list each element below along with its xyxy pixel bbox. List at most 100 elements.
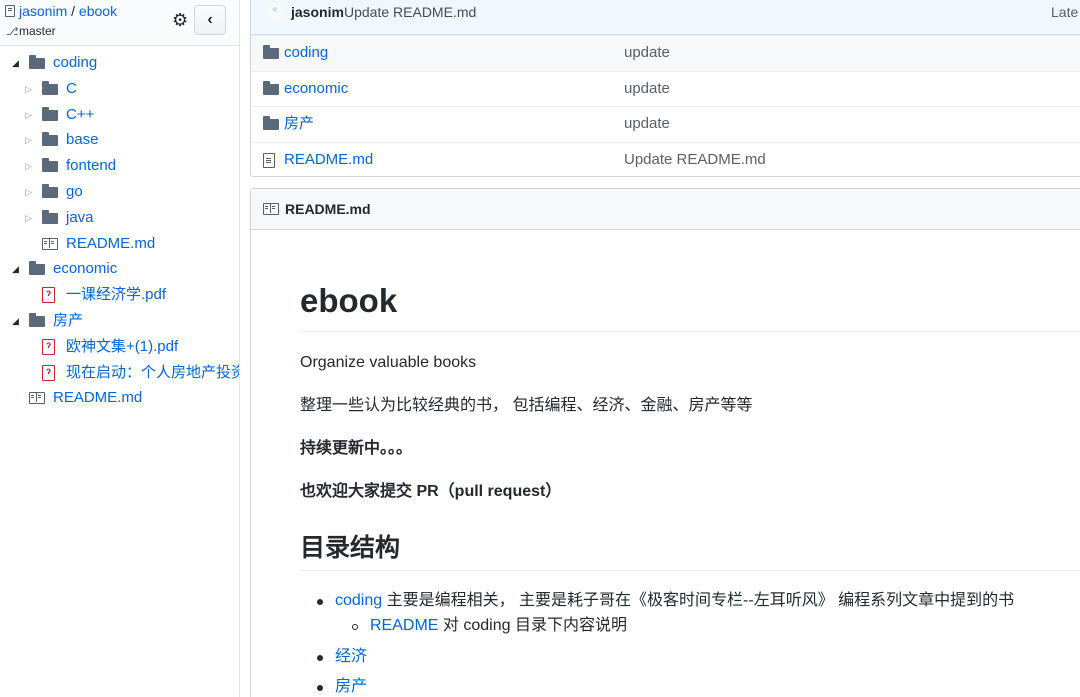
readme-link[interactable]: README	[370, 617, 438, 634]
file-row[interactable]: 房产 update	[251, 106, 1080, 142]
file-name-link[interactable]: 房产	[284, 107, 314, 141]
tree-item-go[interactable]: ▷ go	[0, 179, 239, 205]
economics-link[interactable]: 经济	[335, 648, 367, 665]
caret-down-icon[interactable]: ◢	[12, 257, 19, 282]
tree-item-real-estate[interactable]: ◢ 房产	[0, 308, 239, 334]
tree-item-fontend[interactable]: ▷ fontend	[0, 153, 239, 179]
list-item-text: 对 coding 目录下内容说明	[438, 617, 627, 634]
tree-item-label: 现在启动：个人房地产投资	[66, 363, 240, 381]
repo-name-link[interactable]: ebook	[79, 3, 117, 19]
chevron-left-icon: ‹	[207, 11, 213, 28]
caret-right-icon[interactable]: ▷	[25, 103, 32, 128]
tree-item-economic[interactable]: ◢ economic	[0, 256, 239, 282]
tree-item-base[interactable]: ▷ base	[0, 127, 239, 153]
file-list: ᵉ jasonim Update README.md Late coding u…	[250, 0, 1080, 177]
tree-item-oushen-pdf[interactable]: ɂ 欧神文集+(1).pdf	[0, 334, 239, 360]
readme-paragraph-bold: 也欢迎大家提交 PR（pull request）	[300, 483, 562, 500]
folder-icon	[263, 45, 279, 59]
folder-icon	[42, 158, 58, 173]
list-bullet	[317, 599, 323, 605]
commit-author-link[interactable]: jasonim	[291, 4, 344, 20]
file-row[interactable]: economic update	[251, 70, 1080, 107]
tree-item-coding-readme[interactable]: README.md	[0, 231, 239, 257]
tree-item-root-readme[interactable]: README.md	[0, 385, 239, 411]
book-icon	[29, 392, 45, 405]
list-item: 房产	[335, 675, 367, 697]
branch-name: master	[19, 24, 56, 38]
tree-item-label: README.md	[66, 234, 156, 252]
file-row[interactable]: coding update	[251, 35, 1080, 71]
tree-item-label: coding	[53, 54, 98, 71]
readme-panel: README.md ebook Organize valuable books …	[250, 188, 1080, 697]
list-item-text: 主要是编程相关， 主要是耗子哥在《极客时间专栏--左耳听风》 编程系列文章中提到…	[382, 592, 1015, 609]
folder-icon	[29, 261, 45, 276]
tree-item-label: C	[66, 79, 77, 97]
folder-icon	[263, 80, 279, 95]
latest-commit-bar: ᵉ jasonim Update README.md Late	[251, 0, 1080, 35]
tree-item-label: 欧神文集+(1).pdf	[66, 337, 179, 355]
title-divider	[300, 331, 1080, 332]
branch-icon: ⎇	[6, 26, 19, 38]
file-name-link[interactable]: README.md	[284, 143, 373, 177]
tree-item-cpp[interactable]: ▷ C++	[0, 102, 239, 128]
section-heading: 目录结构	[300, 534, 401, 562]
folder-icon	[42, 209, 58, 224]
caret-down-icon[interactable]: ◢	[12, 51, 19, 76]
pdf-icon: ɂ	[42, 287, 55, 304]
caret-right-icon[interactable]: ▷	[25, 77, 32, 102]
latest-commit-label: Late	[1051, 4, 1079, 20]
readme-title: ebook	[300, 282, 398, 319]
tree-item-label: fontend	[66, 157, 117, 175]
list-bullet	[317, 655, 323, 661]
tree-item-java[interactable]: ▷ java	[0, 205, 239, 231]
file-commit-message[interactable]: update	[624, 72, 670, 106]
file-name-link[interactable]: economic	[284, 72, 348, 106]
folder-icon	[29, 312, 45, 327]
sidebar-header: jasonim / ebook ⎇master ⚙ ‹	[0, 0, 239, 46]
caret-right-icon[interactable]: ▷	[25, 206, 32, 231]
tree-item-label: java	[66, 208, 94, 226]
caret-right-icon[interactable]: ▷	[25, 180, 32, 205]
tree-item-label: 房产	[53, 311, 84, 329]
gear-icon[interactable]: ⚙	[172, 10, 188, 30]
tree-item-economics-pdf[interactable]: ɂ 一课经济学.pdf	[0, 282, 239, 308]
commit-message-link[interactable]: Update README.md	[344, 4, 476, 20]
repo-owner-link[interactable]: jasonim	[19, 3, 67, 19]
file-tree: ◢ coding ▷ C ▷ C++ ▷ base ▷ fontend ▷ go	[0, 50, 240, 411]
list-bullet	[352, 624, 358, 630]
folder-icon	[42, 106, 58, 121]
tree-item-label: go	[66, 182, 83, 200]
readme-paragraph: 整理一些认为比较经典的书， 包括编程、经济、金融、房产等等	[300, 397, 753, 414]
tree-item-label: economic	[53, 260, 118, 278]
tree-item-investment-pdf[interactable]: ɂ 现在启动：个人房地产投资	[0, 360, 240, 386]
file-name-link[interactable]: coding	[284, 36, 328, 70]
book-icon	[263, 203, 279, 215]
tree-item-label: base	[66, 131, 99, 149]
caret-right-icon[interactable]: ▷	[25, 154, 32, 179]
breadcrumb-separator: /	[71, 3, 76, 19]
file-commit-message[interactable]: update	[624, 36, 670, 70]
list-bullet	[317, 685, 323, 691]
caret-right-icon[interactable]: ▷	[25, 128, 32, 153]
folder-icon	[263, 116, 279, 130]
file-commit-message[interactable]: Update README.md	[624, 143, 766, 177]
collapse-sidebar-button[interactable]: ‹	[194, 5, 226, 35]
file-row[interactable]: README.md Update README.md	[251, 141, 1080, 178]
list-item: README 对 coding 目录下内容说明	[370, 614, 627, 638]
readme-paragraph-bold: 持续更新中。。。	[300, 440, 413, 457]
tree-item-coding[interactable]: ◢ coding	[0, 50, 239, 76]
folder-icon	[42, 132, 58, 147]
pdf-icon: ɂ	[42, 364, 55, 381]
list-item: 经济	[335, 645, 367, 669]
repo-breadcrumb: jasonim / ebook	[5, 3, 117, 19]
caret-down-icon[interactable]: ◢	[12, 309, 19, 334]
coding-link[interactable]: coding	[335, 592, 382, 609]
tree-item-c[interactable]: ▷ C	[0, 76, 239, 102]
file-commit-message[interactable]: update	[624, 107, 670, 141]
repo-icon	[5, 5, 15, 17]
section-divider	[300, 570, 1080, 571]
real-estate-link[interactable]: 房产	[335, 678, 367, 695]
file-tree-sidebar: jasonim / ebook ⎇master ⚙ ‹ ◢ coding ▷ C…	[0, 0, 240, 697]
readme-header: README.md	[251, 189, 1080, 230]
author-avatar[interactable]: ᵉ	[267, 4, 283, 20]
